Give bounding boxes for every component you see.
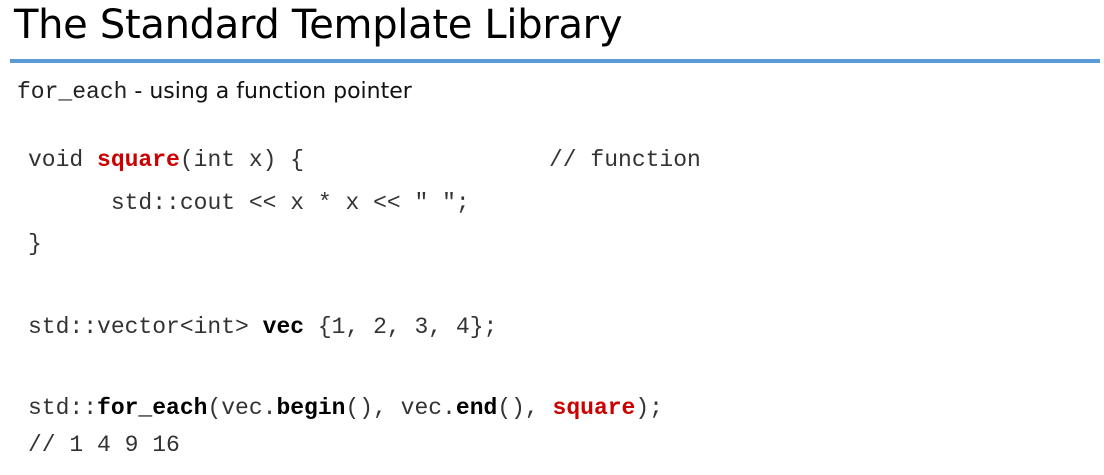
code-comment-function: // function	[549, 147, 701, 173]
code-text: std::	[28, 395, 98, 421]
slide-title: The Standard Template Library	[14, 2, 623, 48]
code-line-3: }	[28, 229, 42, 259]
code-text: {1, 2, 3, 4};	[304, 314, 498, 340]
code-text: }	[28, 231, 42, 257]
code-line-6: // 1 4 9 16	[28, 430, 180, 460]
code-text: );	[635, 395, 663, 421]
method-end: end	[455, 395, 498, 421]
code-text: std::vector<int>	[28, 314, 263, 340]
code-text: std::cout << x * x << " ";	[110, 190, 470, 216]
function-name-square: square	[97, 147, 180, 173]
code-line-4: std::vector<int> vec {1, 2, 3, 4};	[28, 312, 497, 342]
slide-subtitle: for_each - using a function pointer	[17, 79, 412, 113]
code-text: void	[28, 147, 98, 173]
code-comment-output: // 1 4 9 16	[28, 432, 180, 458]
variable-vec: vec	[262, 314, 305, 340]
code-line-2: std::cout << x * x << " ";	[28, 188, 470, 218]
code-text: (),	[497, 395, 553, 421]
code-text: (int x) {	[179, 147, 305, 173]
code-text: (), vec.	[345, 395, 456, 421]
subtitle-text: - using a function pointer	[127, 79, 412, 104]
function-arg-square: square	[552, 395, 636, 421]
code-text: (vec.	[207, 395, 277, 421]
code-line-5: std::for_each(vec.begin(), vec.end(), sq…	[28, 393, 663, 423]
method-begin: begin	[276, 395, 346, 421]
code-line-1: void square(int x) {	[28, 145, 304, 175]
algorithm-for-each: for_each	[97, 395, 208, 421]
subtitle-code: for_each	[17, 79, 128, 105]
slide: The Standard Template Library for_each -…	[0, 0, 1104, 475]
title-underline	[10, 59, 1100, 63]
